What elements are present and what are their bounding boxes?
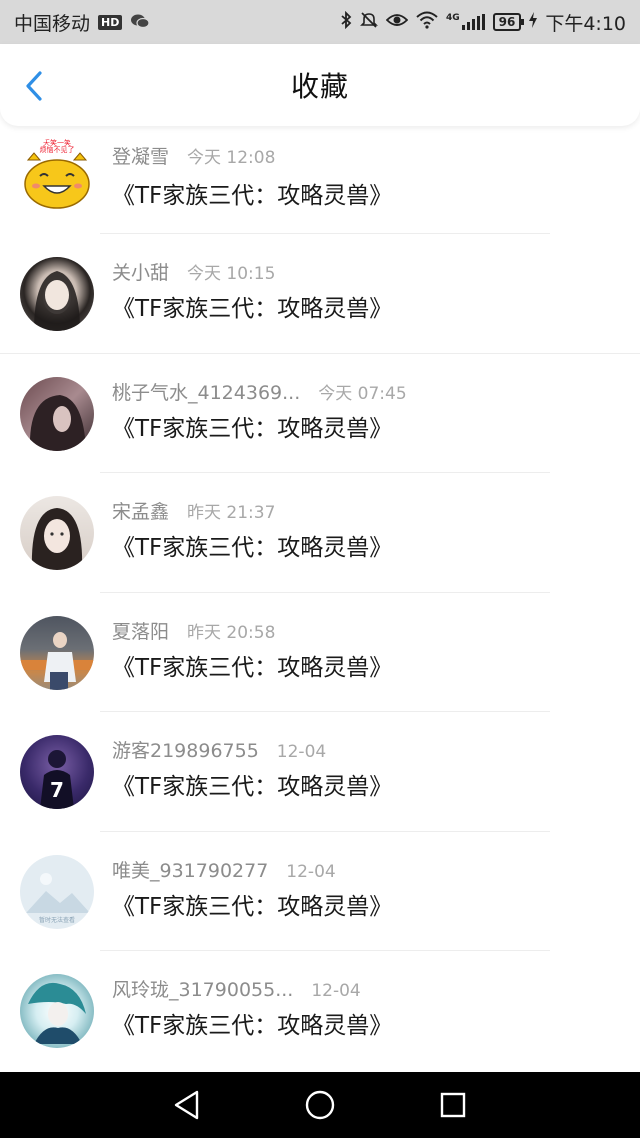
timestamp: 今天 10:15	[187, 264, 276, 284]
list-item[interactable]: 天笑一笑 烦恼不见了 登凝雪 今天 12:08 《TF家族三代：攻略灵兽》	[0, 126, 640, 234]
list-item[interactable]: 桃子气水_4124369... 今天 07:45 《TF家族三代：攻略灵兽》	[0, 354, 640, 473]
timestamp: 12-04	[286, 861, 336, 882]
page-title: 收藏	[290, 70, 349, 103]
timestamp: 昨天 21:37	[187, 503, 276, 523]
avatar[interactable]: 天笑一笑 烦恼不见了	[20, 138, 94, 212]
list-item[interactable]: 风玲珑_31790055... 12-04 《TF家族三代：攻略灵兽》	[0, 951, 640, 1071]
system-nav-bar	[0, 1072, 640, 1138]
username: 夏落阳	[112, 620, 170, 643]
back-chevron-icon	[26, 71, 42, 101]
avatar[interactable]	[20, 496, 94, 570]
charging-icon	[529, 11, 538, 33]
wechat-icon	[130, 13, 150, 32]
nav-home-icon	[305, 1090, 335, 1120]
avatar[interactable]	[20, 974, 94, 1048]
favorite-title: 《TF家族三代：攻略灵兽》	[112, 774, 393, 800]
timestamp: 12-04	[311, 981, 361, 1001]
jersey-number: 7	[50, 778, 64, 802]
bluetooth-icon	[340, 10, 352, 34]
carrier-label: 中国移动	[14, 12, 91, 35]
favorite-title: 《TF家族三代：攻略灵兽》	[112, 1013, 393, 1039]
battery-level: 96	[498, 15, 516, 29]
favorite-title: 《TF家族三代：攻略灵兽》	[112, 296, 393, 322]
nav-recents-icon	[441, 1092, 466, 1118]
nav-recents-button[interactable]	[433, 1085, 473, 1125]
timestamp: 今天 12:08	[187, 148, 276, 168]
favorite-title: 《TF家族三代：攻略灵兽》	[112, 654, 393, 681]
hd-badge: HD	[98, 14, 123, 30]
avatar[interactable]	[20, 376, 94, 451]
list-item[interactable]: 宋孟鑫 昨天 21:37 《TF家族三代：攻略灵兽》	[0, 473, 640, 593]
username: 风玲珑_31790055...	[112, 979, 294, 1001]
network-label: 4G	[445, 13, 460, 23]
username: 关小甜	[112, 262, 170, 284]
header-bar: 收藏	[0, 44, 640, 126]
wifi-icon	[416, 11, 438, 34]
list-item[interactable]: 关小甜 今天 10:15 《TF家族三代：攻略灵兽》	[0, 234, 640, 354]
timestamp: 今天 07:45	[318, 383, 407, 404]
list-item[interactable]: 夏落阳 昨天 20:58 《TF家族三代：攻略灵兽》	[0, 593, 640, 712]
favorite-title: 《TF家族三代：攻略灵兽》	[112, 415, 393, 442]
favorite-title: 《TF家族三代：攻略灵兽》	[112, 893, 393, 920]
list-item[interactable]: 7 游客219896755 12-04 《TF家族三代：攻略灵兽》	[0, 712, 640, 832]
eye-icon	[385, 11, 409, 33]
avatar-placeholder-text: 暂时无法查看	[39, 916, 75, 924]
avatar[interactable]	[20, 615, 94, 690]
back-button[interactable]	[18, 70, 50, 102]
status-bar: 中国移动 HD 4G 96 下午4:10	[0, 0, 640, 44]
username: 宋孟鑫	[112, 501, 170, 523]
timestamp: 12-04	[276, 742, 327, 762]
clock: 下午4:10	[545, 12, 626, 35]
avatar[interactable]: 暂时无法查看	[20, 854, 94, 929]
username: 桃子气水_4124369...	[112, 381, 301, 404]
signal-icon: 4G	[446, 14, 485, 30]
username: 游客219896755	[112, 740, 259, 762]
nav-back-icon	[174, 1090, 198, 1120]
battery-icon: 96	[492, 13, 525, 31]
favorites-list: 天笑一笑 烦恼不见了 登凝雪 今天 12:08 《TF家族三代：攻略灵兽》 关小…	[0, 126, 640, 1072]
nav-back-button[interactable]	[167, 1085, 207, 1125]
avatar[interactable]: 7	[20, 735, 94, 809]
nav-home-button[interactable]	[300, 1085, 340, 1125]
mute-icon	[360, 11, 378, 34]
avatar[interactable]	[20, 257, 94, 331]
favorite-title: 《TF家族三代：攻略灵兽》	[112, 535, 393, 561]
svg-text:烦恼不见了: 烦恼不见了	[40, 145, 75, 154]
username: 唯美_931790277	[112, 859, 269, 882]
username: 登凝雪	[112, 146, 170, 168]
favorite-title: 《TF家族三代：攻略灵兽》	[112, 183, 393, 209]
list-item[interactable]: 暂时无法查看 唯美_931790277 12-04 《TF家族三代：攻略灵兽》	[0, 832, 640, 951]
timestamp: 昨天 20:58	[187, 622, 276, 643]
